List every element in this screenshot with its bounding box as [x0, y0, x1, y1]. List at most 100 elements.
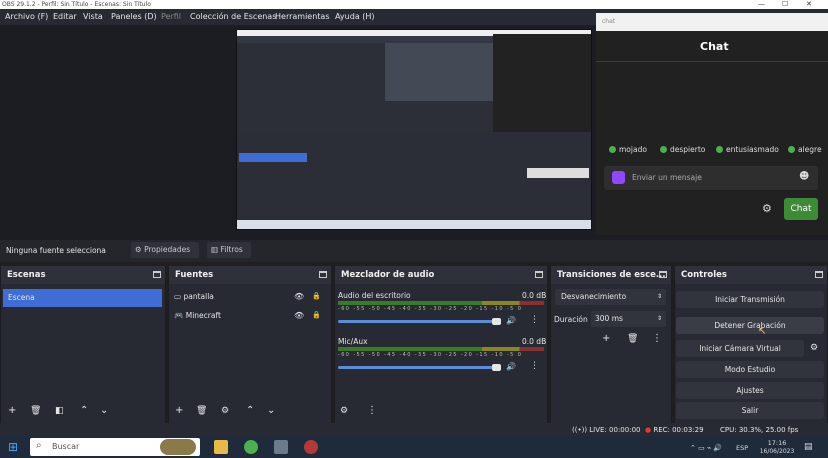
- chevron-updown-icon: ⇕: [656, 315, 662, 322]
- menu-vista[interactable]: Vista: [83, 9, 103, 25]
- undock-icon[interactable]: [815, 271, 823, 278]
- clock-date[interactable]: 16/06/2023: [756, 448, 798, 455]
- move-down-icon[interactable]: ⌄: [267, 405, 275, 417]
- remove-transition-icon[interactable]: 🗑: [627, 333, 638, 345]
- visibility-eye-icon[interactable]: 👁: [294, 311, 304, 320]
- no-source-text: Ninguna fuente seleccionada: [6, 246, 106, 255]
- move-up-icon[interactable]: ⌃: [246, 405, 254, 417]
- duration-spinbox[interactable]: 300 ms ⇕: [591, 311, 666, 327]
- gamepad-icon: 🎮: [174, 311, 186, 320]
- transitions-title: Transiciones de esce...: [557, 270, 666, 280]
- chevron-updown-icon: ⇕: [656, 293, 662, 300]
- menu-herramientas[interactable]: Herramientas: [275, 9, 330, 25]
- remove-scene-icon[interactable]: 🗑: [30, 405, 41, 417]
- obs-icon[interactable]: [304, 440, 318, 454]
- window-title: OBS 29.1.2 - Perfil: Sin Título - Escena…: [2, 1, 151, 8]
- volume-slider[interactable]: [338, 366, 498, 369]
- transition-menu-icon[interactable]: ⋮: [652, 333, 662, 345]
- start-streaming-button[interactable]: Iniciar Transmisión: [676, 291, 824, 308]
- undock-icon[interactable]: [659, 271, 667, 278]
- source-item-pantalla[interactable]: ▭ pantalla: [174, 292, 214, 301]
- undock-icon[interactable]: [153, 271, 161, 278]
- lock-icon[interactable]: 🔒: [312, 311, 321, 319]
- volume-meter: [338, 347, 544, 351]
- emoji-icon[interactable]: ☻: [799, 171, 809, 182]
- properties-label: Propiedades: [144, 245, 191, 254]
- chat-send-button[interactable]: Chat: [784, 198, 818, 220]
- exit-button[interactable]: Salir: [676, 402, 824, 419]
- advanced-audio-icon[interactable]: ⚙: [340, 405, 348, 417]
- filters-button[interactable]: ▥ Filtros: [207, 242, 251, 258]
- transition-select[interactable]: Desvanecimiento ⇕: [555, 289, 666, 305]
- preview-screen-capture: [236, 29, 592, 230]
- track-db: 0.0 dB: [522, 337, 547, 346]
- visibility-eye-icon[interactable]: 👁: [294, 292, 304, 301]
- add-source-icon[interactable]: +: [175, 405, 183, 417]
- menu-paneles[interactable]: Paneles (D): [111, 9, 157, 25]
- rec-time: REC: 00:03:29: [653, 426, 704, 434]
- language-indicator[interactable]: ESP: [736, 444, 748, 452]
- broadcast-icon: ((•)): [572, 426, 590, 434]
- minimize-icon[interactable]: —: [758, 0, 765, 9]
- speaker-icon[interactable]: 🔊: [506, 316, 516, 325]
- meter-ticks: -60 -55 -50 -45 -40 -35 -30 -25 -20 -15 …: [338, 352, 523, 358]
- emote-mojado[interactable]: mojado: [609, 145, 647, 154]
- emote-entusiasmado[interactable]: entusiasmado: [716, 145, 779, 154]
- more-options-icon[interactable]: ⋮: [530, 315, 539, 325]
- mixer-menu-icon[interactable]: ⋮: [367, 405, 377, 417]
- scenes-title: Escenas: [7, 270, 46, 280]
- virtual-camera-settings-gear-icon[interactable]: ⚙: [810, 343, 818, 353]
- speaker-icon[interactable]: 🔊: [506, 362, 516, 371]
- scene-item-label: Escena: [8, 293, 35, 302]
- system-tray-icons[interactable]: ⌃ ▭ ⌁ 🔊: [690, 444, 722, 452]
- menu-editar[interactable]: Editar: [53, 9, 77, 25]
- transitions-header: Transiciones de esce...: [551, 266, 671, 284]
- live-time: LIVE: 00:00:00: [589, 426, 641, 434]
- track-name: Mic/Aux: [338, 337, 368, 346]
- track-name: Audio del escritorio: [338, 291, 411, 300]
- notifications-icon[interactable]: ▤: [804, 442, 813, 452]
- windows-start-icon[interactable]: ⊞: [8, 440, 18, 454]
- menu-coleccion-escenas[interactable]: Colección de Escenas: [190, 9, 276, 25]
- more-options-icon[interactable]: ⋮: [530, 361, 539, 371]
- move-down-icon[interactable]: ⌄: [100, 405, 108, 417]
- undock-icon[interactable]: [535, 271, 543, 278]
- move-up-icon[interactable]: ⌃: [80, 405, 88, 417]
- clock-time[interactable]: 17:16: [760, 439, 794, 447]
- emote-label: alegre: [798, 145, 822, 154]
- scene-filters-icon[interactable]: ◧: [55, 405, 64, 417]
- add-scene-icon[interactable]: +: [8, 405, 16, 417]
- source-item-minecraft[interactable]: 🎮 Minecraft: [174, 311, 221, 320]
- menu-archivo[interactable]: Archivo (F): [5, 9, 48, 25]
- menu-ayuda[interactable]: Ayuda (H): [335, 9, 375, 25]
- remove-source-icon[interactable]: 🗑: [196, 405, 207, 417]
- volume-slider-knob[interactable]: [492, 318, 501, 325]
- controls-header: Controles: [675, 266, 827, 284]
- source-properties-icon[interactable]: ⚙: [221, 405, 229, 417]
- start-virtual-camera-button[interactable]: Iniciar Cámara Virtual: [676, 340, 804, 357]
- close-icon[interactable]: ✕: [806, 0, 812, 9]
- chrome-icon[interactable]: [244, 440, 258, 454]
- scene-item[interactable]: Escena: [3, 289, 162, 307]
- mouse-cursor-icon: ↖: [758, 326, 767, 337]
- lock-icon[interactable]: 🔒: [312, 292, 321, 300]
- volume-slider[interactable]: [338, 320, 498, 323]
- scenes-header: Escenas: [1, 266, 165, 284]
- settings-button[interactable]: Ajustes: [676, 382, 824, 399]
- settings-gear-icon[interactable]: ⚙: [762, 202, 772, 215]
- properties-button[interactable]: ⚙ Propiedades: [131, 242, 199, 258]
- emote-despierto[interactable]: despierto: [660, 145, 705, 154]
- minecraft-icon[interactable]: [274, 440, 288, 454]
- volume-slider-knob[interactable]: [492, 364, 501, 371]
- add-transition-icon[interactable]: +: [602, 333, 610, 345]
- studio-mode-button[interactable]: Modo Estudio: [676, 361, 824, 378]
- undock-icon[interactable]: [319, 271, 327, 278]
- sources-header: Fuentes: [169, 266, 331, 284]
- audio-mixer-title: Mezclador de audio: [341, 270, 435, 280]
- emote-alegre[interactable]: alegre: [788, 145, 822, 154]
- file-explorer-icon[interactable]: [214, 440, 228, 454]
- stop-recording-button[interactable]: Detener Grabación: [676, 317, 824, 334]
- maximize-icon[interactable]: ☐: [782, 0, 788, 9]
- chat-url-bar: chat: [596, 13, 828, 31]
- menu-perfil[interactable]: Perfil: [161, 9, 181, 25]
